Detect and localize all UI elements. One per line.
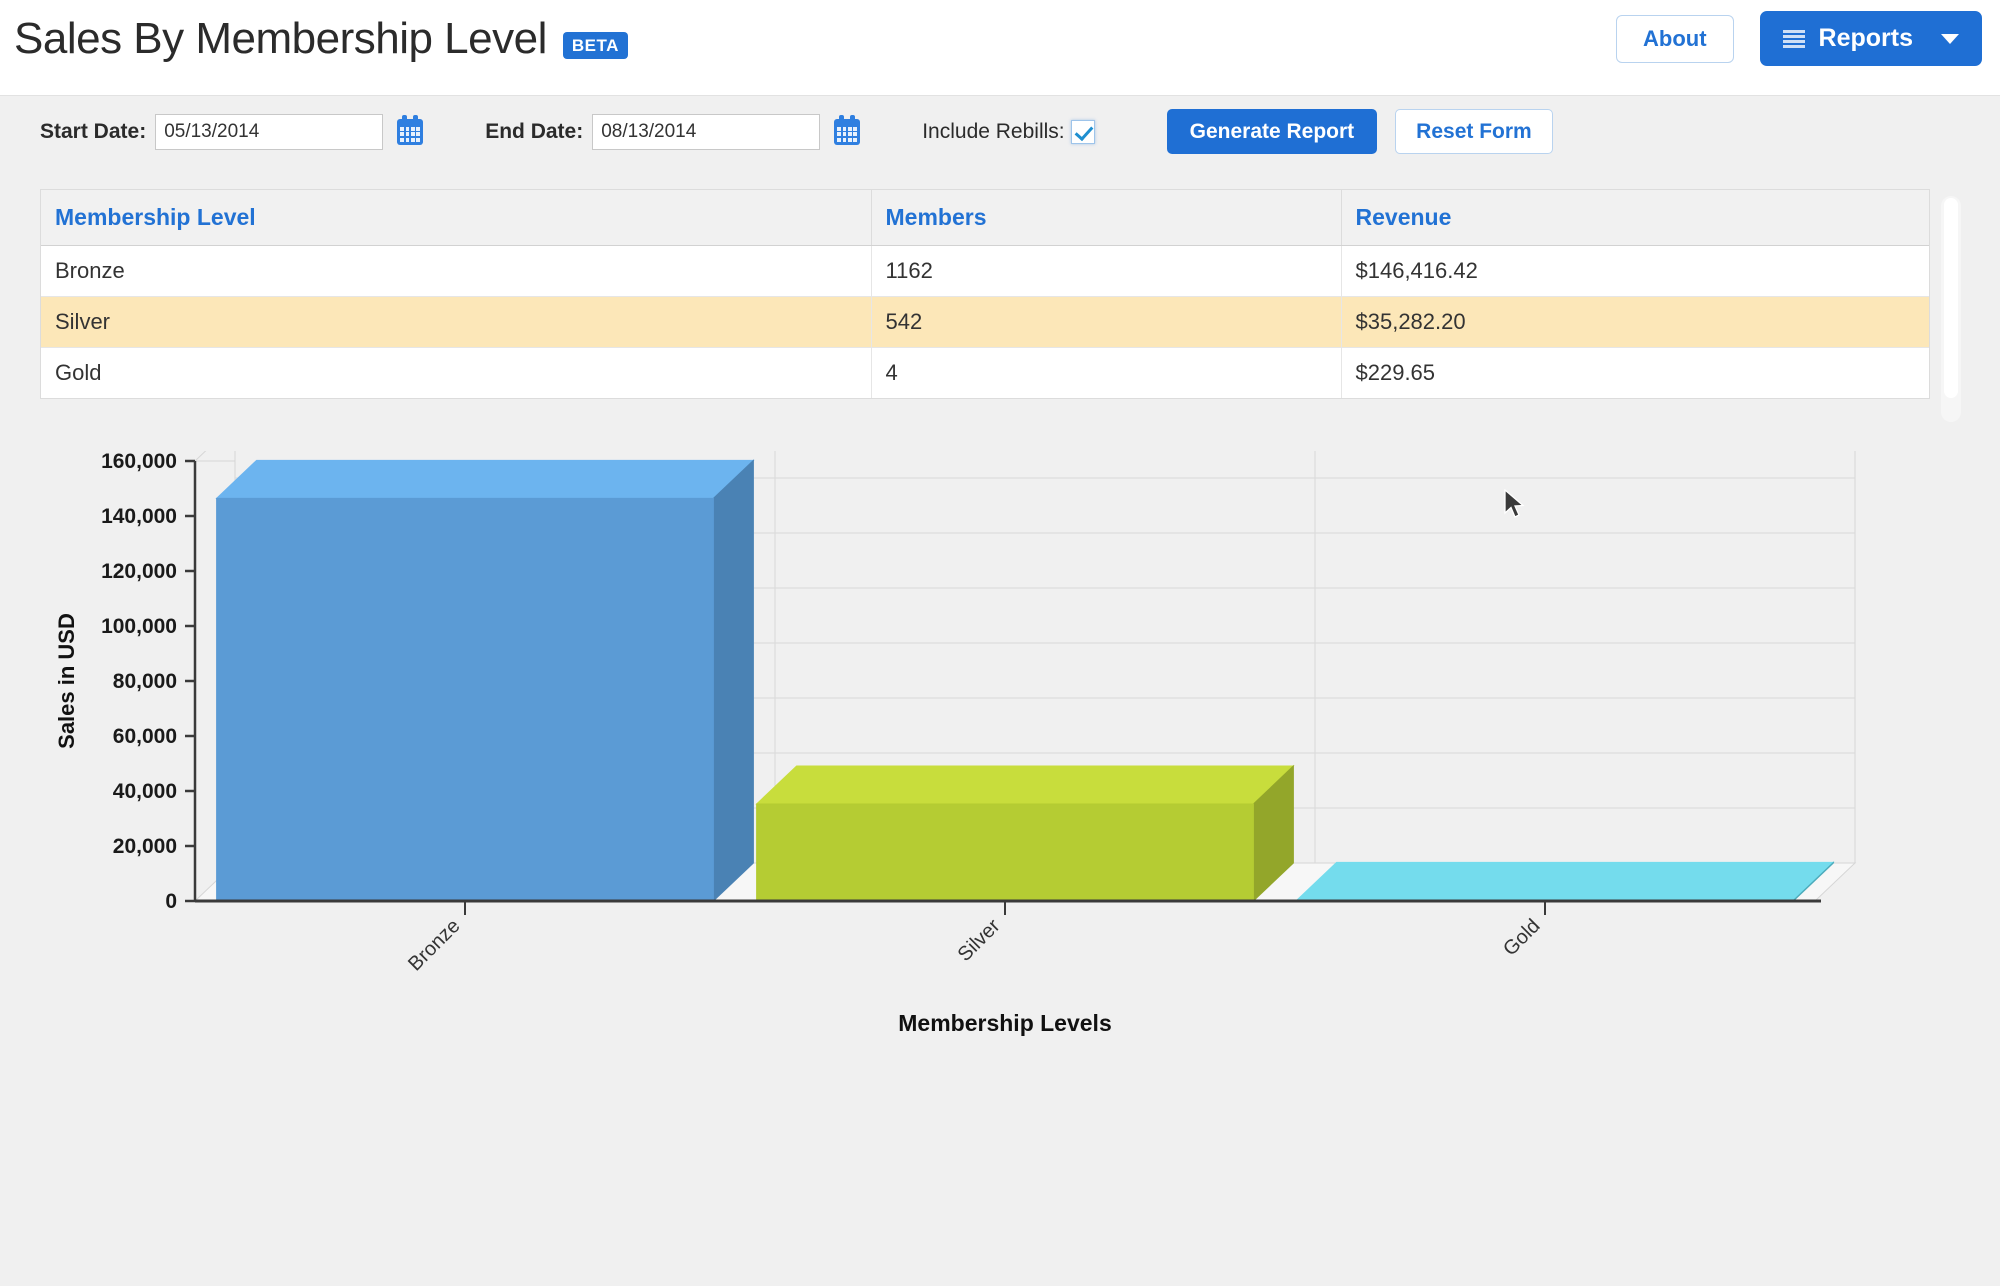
chart-bar-bronze[interactable] xyxy=(215,459,755,903)
table-header-row: Membership Level Members Revenue xyxy=(41,190,1929,246)
include-rebills-group: Include Rebills: xyxy=(922,119,1095,144)
chart-x-tick-label: Silver xyxy=(954,915,1005,966)
results-table-container: Membership Level Members Revenue Bronze … xyxy=(40,189,1961,422)
cell-revenue: $146,416.42 xyxy=(1341,245,1929,297)
filter-actions: Generate Report Reset Form xyxy=(1166,109,1553,154)
chart-y-tick-label: 80,000 xyxy=(113,670,177,693)
column-header-members[interactable]: Members xyxy=(871,190,1342,246)
about-button[interactable]: About xyxy=(1616,14,1734,63)
start-date-group: Start Date: xyxy=(40,113,424,150)
table-row[interactable]: Bronze 1162 $146,416.42 xyxy=(41,245,1929,297)
column-header-membership-level[interactable]: Membership Level xyxy=(41,190,872,246)
chart-y-tick-label: 100,000 xyxy=(101,615,177,638)
table-header: Membership Level Members Revenue xyxy=(41,190,1929,246)
chart-y-tick-label: 60,000 xyxy=(113,725,177,748)
chart-bar-silver[interactable] xyxy=(755,764,1295,903)
sales-bar-chart: 0 20,000 40,000 60,000 80,000 100,000 120,000 1… xyxy=(40,451,1940,1091)
cell-membership-level: Bronze xyxy=(41,245,872,297)
chevron-down-icon xyxy=(1941,33,1959,44)
cell-members: 4 xyxy=(871,347,1342,398)
cell-membership-level: Gold xyxy=(41,347,872,398)
table-row[interactable]: Silver 542 $35,282.20 xyxy=(41,296,1929,348)
calendar-icon[interactable] xyxy=(834,114,861,145)
list-icon xyxy=(1782,29,1805,48)
page-title: Sales By Membership Level xyxy=(14,14,547,63)
cell-revenue: $229.65 xyxy=(1341,347,1929,398)
column-header-revenue[interactable]: Revenue xyxy=(1341,190,1929,246)
cell-membership-level: Silver xyxy=(41,296,872,348)
results-table: Membership Level Members Revenue Bronze … xyxy=(41,190,1929,398)
start-date-label: Start Date: xyxy=(40,119,147,143)
chart-x-tick-label: Bronze xyxy=(404,915,464,975)
cell-revenue: $35,282.20 xyxy=(1341,296,1929,348)
chart-bar-gold[interactable] xyxy=(1295,861,1835,903)
chart-x-tick-label: Gold xyxy=(1499,915,1544,960)
chart-y-tick-label: 40,000 xyxy=(113,780,177,803)
include-rebills-checkbox[interactable] xyxy=(1070,119,1095,144)
start-date-input[interactable] xyxy=(155,113,384,150)
chart-x-axis-title: Membership Levels xyxy=(898,1010,1111,1036)
reset-form-button[interactable]: Reset Form xyxy=(1395,109,1553,154)
reports-button-label: Reports xyxy=(1818,24,1913,52)
filter-toolbar: Start Date: End Date: Include Rebills: xyxy=(0,95,2000,167)
include-rebills-label: Include Rebills: xyxy=(922,119,1065,143)
table-body: Bronze 1162 $146,416.42 Silver 542 $35,2… xyxy=(41,245,1929,398)
table-row[interactable]: Gold 4 $229.65 xyxy=(41,347,1929,398)
table-scrollbar-thumb[interactable] xyxy=(1944,198,1958,398)
generate-report-button[interactable]: Generate Report xyxy=(1166,109,1378,154)
end-date-label: End Date: xyxy=(485,119,584,143)
header-actions: About Reports xyxy=(1616,11,1982,66)
chart-y-tick-label: 140,000 xyxy=(101,505,177,528)
calendar-icon[interactable] xyxy=(397,114,424,145)
chart-y-axis-title: Sales in USD xyxy=(54,613,79,749)
cell-members: 542 xyxy=(871,296,1342,348)
chart-canvas: 0 20,000 40,000 60,000 80,000 100,000 120,000 1… xyxy=(54,451,1857,1036)
end-date-group: End Date: xyxy=(485,113,861,150)
report-panel: Membership Level Members Revenue Bronze … xyxy=(0,167,2000,1286)
chart-y-tick-label: 0 xyxy=(165,890,177,913)
reports-button[interactable]: Reports xyxy=(1759,11,1982,66)
chart-y-tick-label: 20,000 xyxy=(113,835,177,858)
page-header: Sales By Membership Level BETA About Rep… xyxy=(0,0,2000,95)
cell-members: 1162 xyxy=(871,245,1342,297)
status-badge: BETA xyxy=(562,31,628,59)
end-date-input[interactable] xyxy=(592,113,821,150)
table-scrollbar[interactable] xyxy=(1941,196,1961,422)
chart-y-tick-label: 120,000 xyxy=(101,560,177,583)
chart-y-tick-label: 160,000 xyxy=(101,451,177,473)
title-group: Sales By Membership Level BETA xyxy=(14,14,628,64)
